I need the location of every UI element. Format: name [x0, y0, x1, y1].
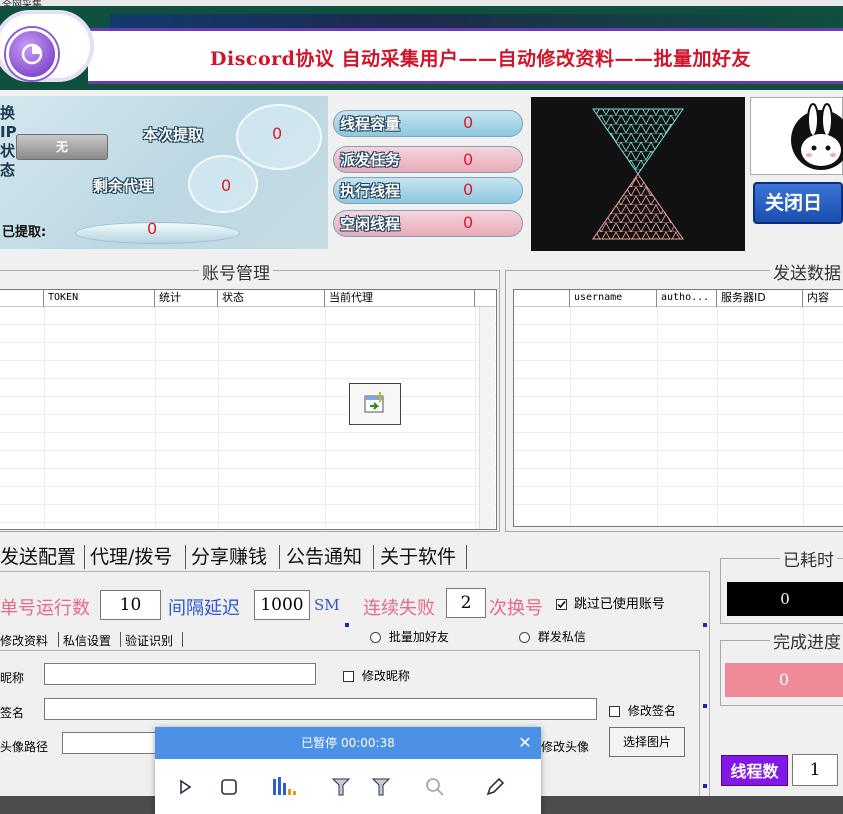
interval-unit: SM: [314, 596, 340, 614]
radio-batch-add-friend-label: 批量加好友: [388, 630, 449, 644]
col-header-proxy[interactable]: 当前代理: [325, 290, 475, 307]
tab-send-config[interactable]: 发送配置: [0, 542, 76, 569]
checkbox-checked-icon: [556, 599, 567, 610]
play-icon[interactable]: [173, 775, 197, 799]
account-table-scrollbar[interactable]: [479, 307, 495, 529]
col-header-content[interactable]: 内容: [803, 290, 843, 307]
interval-input[interactable]: 1000: [254, 590, 310, 620]
tab-share-earn[interactable]: 分享赚钱: [191, 542, 267, 569]
send-data-title: 发送数据: [770, 259, 843, 284]
subtab-dm-settings[interactable]: 私信设置: [63, 632, 111, 649]
col-header-token[interactable]: TOKEN: [44, 290, 155, 307]
col-header-server-id[interactable]: 服务器ID: [717, 290, 803, 307]
dispatch-task-label: 派发任务: [340, 151, 401, 169]
single-run-label: 单号运行数: [0, 598, 90, 619]
radio-mass-dm-label: 群发私信: [537, 630, 586, 644]
ip-status-pill: 无: [16, 134, 108, 160]
hourglass-animation: [531, 97, 745, 251]
this-fetch-value: 0: [272, 124, 283, 143]
elapsed-value: 0: [727, 582, 843, 616]
zoom-icon[interactable]: [423, 775, 447, 799]
import-file-icon[interactable]: [349, 383, 401, 425]
dispatch-task-value: 0: [463, 150, 474, 169]
edit-signature-checkbox[interactable]: 修改签名: [609, 702, 676, 719]
col-header-stats[interactable]: 统计: [155, 290, 218, 307]
thread-count-label: 线程数: [721, 755, 788, 786]
thread-capacity-value: 0: [463, 113, 474, 132]
fetched-label: 已提取:: [2, 225, 47, 240]
close-icon[interactable]: ✕: [513, 727, 537, 759]
edit-avatar-label: 修改头像: [541, 740, 590, 754]
edit-nickname-label: 修改昵称: [361, 669, 410, 683]
switch-account-label: 次换号: [489, 598, 543, 619]
edit-nickname-checkbox[interactable]: 修改昵称: [343, 667, 410, 684]
account-table-header: TOKEN 统计 状态 当前代理: [0, 290, 496, 307]
send-table-header: username autho... 服务器ID 内容: [514, 290, 843, 307]
account-table[interactable]: TOKEN 统计 状态 当前代理: [0, 289, 497, 530]
checkbox-icon: [343, 671, 354, 682]
consecutive-fail-input[interactable]: 2: [446, 588, 486, 618]
banner-logo: [0, 10, 94, 82]
recorder-status: 已暂停 00:00:38: [155, 727, 541, 759]
exec-thread-value: 0: [463, 180, 474, 199]
banner-title: Discord协议 自动采集用户——自动修改资料——批量加好友: [210, 48, 752, 70]
progress-title: 完成进度: [770, 628, 843, 653]
screen-recorder-widget: 已暂停 00:00:38 ✕: [155, 727, 541, 814]
pie-logo-icon: [6, 28, 58, 80]
remaining-proxy-label: 剩余代理: [93, 177, 154, 195]
interval-label: 间隔延迟: [168, 598, 240, 619]
nickname-input[interactable]: [44, 663, 316, 685]
thread-capacity-label: 线程容量: [340, 115, 401, 133]
rabbit-logo: [750, 97, 843, 175]
radio-mass-dm[interactable]: 群发私信: [519, 628, 586, 645]
idle-thread-label: 空闲线程: [340, 215, 401, 233]
radio-icon: [519, 632, 530, 643]
fetched-value: 0: [147, 219, 158, 238]
consecutive-fail-label: 连续失败: [363, 598, 435, 619]
remaining-proxy-value: 0: [221, 176, 232, 195]
thread-count-input[interactable]: 1: [792, 754, 838, 786]
edit-signature-label: 修改签名: [627, 704, 676, 718]
avatar-path-label: 头像路径: [0, 740, 49, 754]
skip-used-label: 跳过已使用账号: [573, 597, 665, 612]
tab-announcements[interactable]: 公告通知: [286, 542, 362, 569]
signature-label: 签名: [0, 706, 25, 720]
close-button[interactable]: 关闭日: [753, 182, 843, 224]
tab-proxy-dial[interactable]: 代理/拨号: [90, 542, 172, 569]
col-header-status[interactable]: 状态: [218, 290, 325, 307]
progress-value: 0: [725, 663, 843, 697]
choose-image-button[interactable]: 选择图片: [609, 727, 685, 757]
filter-icon[interactable]: [329, 775, 353, 799]
signature-input[interactable]: [44, 698, 597, 720]
idle-thread-value: 0: [463, 213, 474, 232]
account-management-title: 账号管理: [199, 259, 273, 284]
col-header[interactable]: [0, 290, 44, 307]
checkbox-icon: [609, 706, 620, 717]
exec-thread-label: 执行线程: [340, 182, 401, 200]
tab-about[interactable]: 关于软件: [380, 542, 456, 569]
pen-icon[interactable]: [483, 775, 507, 799]
chart-icon[interactable]: [271, 775, 296, 799]
skip-used-checkbox[interactable]: 跳过已使用账号: [556, 593, 665, 612]
elapsed-title: 已耗时: [780, 546, 837, 571]
filter-alt-icon[interactable]: [369, 775, 393, 799]
fetched-oval: [75, 222, 240, 244]
subtab-edit-profile[interactable]: 修改资料: [0, 632, 48, 649]
avatar-path-input[interactable]: [62, 732, 162, 754]
nickname-label: 昵称: [0, 671, 25, 685]
col-header-auth[interactable]: autho...: [657, 290, 717, 307]
send-data-table[interactable]: username autho... 服务器ID 内容: [513, 289, 843, 527]
col-header[interactable]: [514, 290, 570, 307]
radio-icon: [370, 632, 381, 643]
radio-batch-add-friend[interactable]: 批量加好友: [370, 628, 449, 645]
subtab-captcha[interactable]: 验证识别: [125, 632, 173, 649]
col-header-username[interactable]: username: [570, 290, 657, 307]
single-run-input[interactable]: 10: [100, 590, 161, 620]
this-fetch-label: 本次提取: [143, 126, 204, 144]
stop-icon[interactable]: [217, 775, 241, 799]
ip-status-side-label: 换IP状态: [0, 104, 17, 179]
